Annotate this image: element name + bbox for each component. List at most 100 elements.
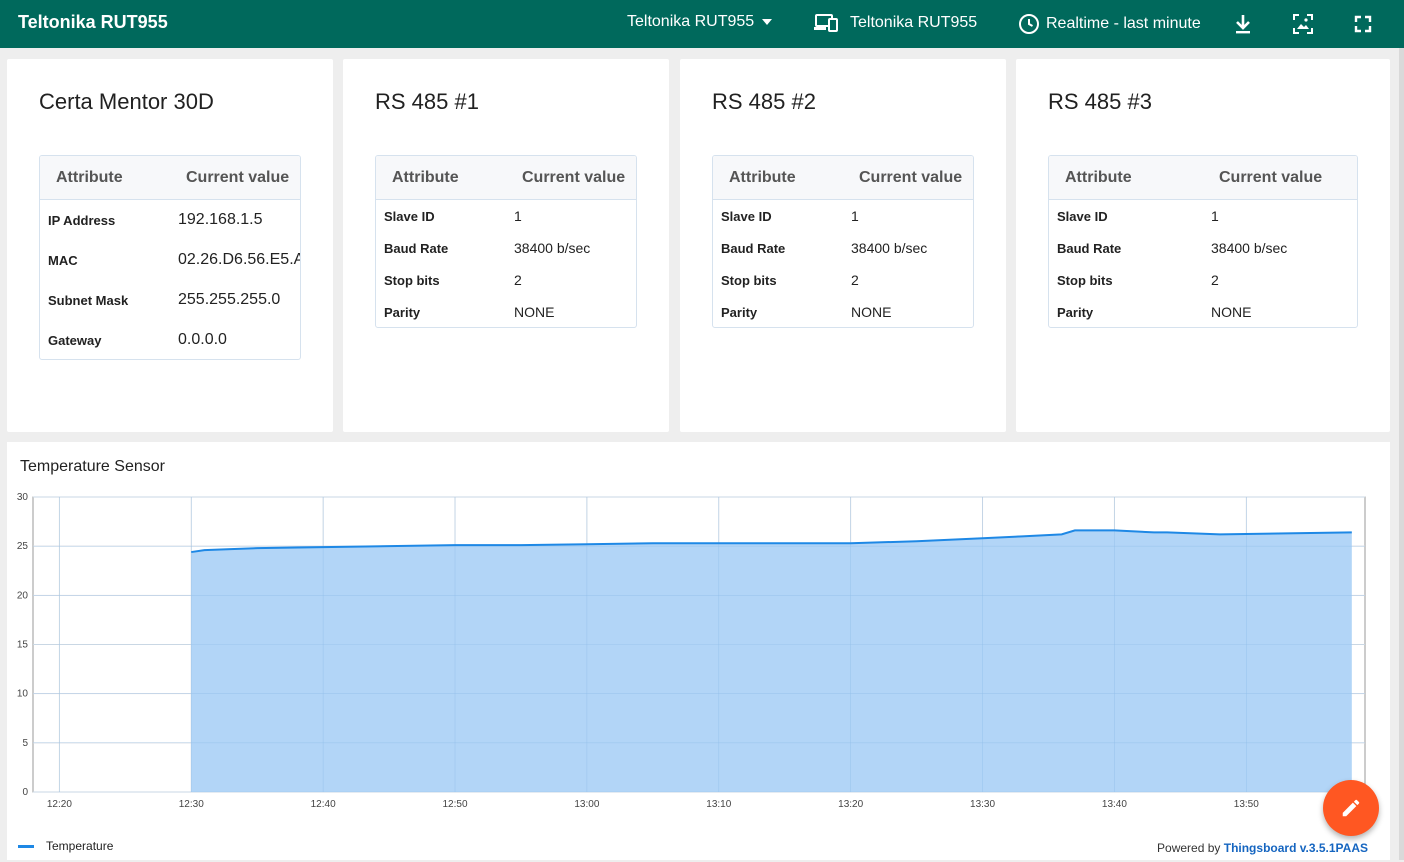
- column-header-attribute[interactable]: Attribute: [713, 169, 843, 187]
- attribute-name: Stop bits: [721, 272, 777, 288]
- fullscreen-icon[interactable]: [1351, 12, 1375, 36]
- chart-legend[interactable]: Temperature: [18, 839, 113, 853]
- table-row: Parity NONE: [376, 296, 636, 327]
- edit-button[interactable]: [1323, 780, 1379, 836]
- attribute-value: 1: [1211, 208, 1219, 224]
- legend-swatch: [18, 844, 34, 848]
- table-row: Slave ID 1: [1049, 200, 1357, 232]
- table-row: Stop bits 2: [713, 264, 973, 296]
- table-row: Stop bits 2: [376, 264, 636, 296]
- column-header-value[interactable]: Current value: [843, 169, 962, 187]
- x-tick-label: 13:40: [1102, 799, 1127, 810]
- column-header-value[interactable]: Current value: [1203, 169, 1322, 187]
- temperature-chart[interactable]: 0 5 10 15 20 25 30 12:20 12:30 12:40 12:50 13:00 13:…: [7, 482, 1390, 862]
- column-header-attribute[interactable]: Attribute: [1049, 169, 1203, 187]
- attribute-name: Baud Rate: [384, 240, 449, 256]
- attribute-value: 2: [851, 272, 859, 288]
- card-title: RS 485 #2: [712, 89, 816, 114]
- attribute-name: Parity: [721, 304, 758, 320]
- y-tick-label: 5: [22, 738, 28, 749]
- attribute-value: 38400 b/sec: [514, 240, 591, 256]
- table-row: Baud Rate 38400 b/sec: [713, 232, 973, 264]
- x-tick-label: 12:50: [443, 799, 468, 810]
- table-row: Slave ID 1: [713, 200, 973, 232]
- attribute-value: 2: [514, 272, 522, 288]
- powered-by-prefix: Powered by: [1157, 841, 1224, 855]
- column-header-attribute[interactable]: Attribute: [376, 169, 506, 187]
- table-header: Attribute Current value: [40, 156, 300, 200]
- legend-label: Temperature: [46, 839, 114, 853]
- attributes-table: Attribute Current value Slave ID 1 Baud …: [375, 155, 637, 328]
- attribute-value: 255.255.255.0: [178, 291, 281, 308]
- card-rs485-1: RS 485 #1 Attribute Current value Slave …: [343, 59, 669, 432]
- x-tick-label: 13:30: [970, 799, 995, 810]
- y-tick-label: 10: [17, 689, 29, 700]
- attribute-name: Slave ID: [721, 208, 772, 224]
- attribute-name: Parity: [1057, 304, 1094, 320]
- caret-down-icon: [762, 19, 773, 25]
- attribute-value: 02.26.D6.56.E5.A: [178, 251, 300, 268]
- x-tick-label: 12:20: [47, 799, 72, 810]
- attribute-name: Stop bits: [384, 272, 440, 288]
- clock-icon: [1019, 14, 1039, 34]
- attribute-name: Baud Rate: [721, 240, 786, 256]
- temperature-chart-card: Temperature Sensor 0 5 10 15 20 25 30 12:20 12:3…: [7, 442, 1390, 860]
- thingsboard-link[interactable]: Thingsboard v.3.5.1PAAS: [1224, 841, 1368, 855]
- attributes-table: Attribute Current value Slave ID 1 Baud …: [712, 155, 974, 328]
- attribute-value: NONE: [1211, 304, 1252, 320]
- entity-selector-label: Teltonika RUT955: [627, 13, 755, 30]
- attribute-name: Baud Rate: [1057, 240, 1122, 256]
- temperature-area: [191, 530, 1352, 792]
- attribute-value: 38400 b/sec: [1211, 240, 1288, 256]
- table-row: Baud Rate 38400 b/sec: [1049, 232, 1357, 264]
- table-row: MAC 02.26.D6.56.E5.A: [40, 240, 300, 280]
- attribute-value: 1: [514, 208, 522, 224]
- timewindow-label: Realtime - last minute: [1046, 15, 1201, 32]
- export-image-icon[interactable]: [1291, 12, 1315, 36]
- x-tick-label: 13:00: [574, 799, 599, 810]
- dashboard-title: Teltonika RUT955: [18, 12, 168, 32]
- column-header-value[interactable]: Current value: [506, 169, 625, 187]
- x-tick-label: 13:20: [838, 799, 863, 810]
- devices-icon: [814, 14, 838, 32]
- x-tick-label: 13:50: [1234, 799, 1259, 810]
- y-tick-label: 15: [17, 640, 29, 651]
- card-rs485-3: RS 485 #3 Attribute Current value Slave …: [1016, 59, 1390, 432]
- table-row: Gateway 0.0.0.0: [40, 320, 300, 359]
- attribute-name: Parity: [384, 304, 421, 320]
- table-row: IP Address 192.168.1.5: [40, 200, 300, 240]
- x-tick-label: 12:30: [179, 799, 204, 810]
- attribute-name: Slave ID: [1057, 208, 1108, 224]
- powered-by: Powered by Thingsboard v.3.5.1PAAS: [1157, 841, 1368, 855]
- download-icon[interactable]: [1231, 12, 1255, 36]
- attribute-value: 0.0.0.0: [178, 331, 227, 348]
- y-tick-label: 20: [17, 590, 29, 601]
- device-label: Teltonika RUT955: [850, 14, 978, 31]
- attribute-name: Slave ID: [384, 208, 435, 224]
- attribute-name: Gateway: [48, 332, 102, 348]
- column-header-value[interactable]: Current value: [170, 169, 289, 187]
- table-row: Baud Rate 38400 b/sec: [376, 232, 636, 264]
- card-rs485-2: RS 485 #2 Attribute Current value Slave …: [680, 59, 1006, 432]
- chart-title: Temperature Sensor: [20, 458, 165, 475]
- column-header-attribute[interactable]: Attribute: [40, 169, 170, 187]
- top-toolbar: Teltonika RUT955 Teltonika RUT955 Telton…: [0, 0, 1404, 48]
- card-title: RS 485 #1: [375, 89, 479, 114]
- attribute-value: 38400 b/sec: [851, 240, 928, 256]
- attribute-name: MAC: [48, 252, 78, 268]
- x-tick-label: 13:10: [706, 799, 731, 810]
- attribute-value: 1: [851, 208, 859, 224]
- table-row: Subnet Mask 255.255.255.0: [40, 280, 300, 320]
- table-row: Parity NONE: [713, 296, 973, 327]
- table-row: Parity NONE: [1049, 296, 1357, 327]
- table-row: Stop bits 2: [1049, 264, 1357, 296]
- y-tick-label: 30: [17, 492, 29, 503]
- attribute-name: Subnet Mask: [48, 292, 129, 308]
- entity-selector[interactable]: Teltonika RUT955: [627, 13, 773, 31]
- scrollbar-track[interactable]: [1399, 48, 1404, 860]
- attributes-table: Attribute Current value IP Address 192.1…: [39, 155, 301, 360]
- table-header: Attribute Current value: [713, 156, 973, 200]
- device-selector[interactable]: Teltonika RUT955: [814, 13, 977, 33]
- card-certa-mentor: Certa Mentor 30D Attribute Current value…: [7, 59, 333, 432]
- timewindow-selector[interactable]: Realtime - last minute: [1018, 13, 1201, 35]
